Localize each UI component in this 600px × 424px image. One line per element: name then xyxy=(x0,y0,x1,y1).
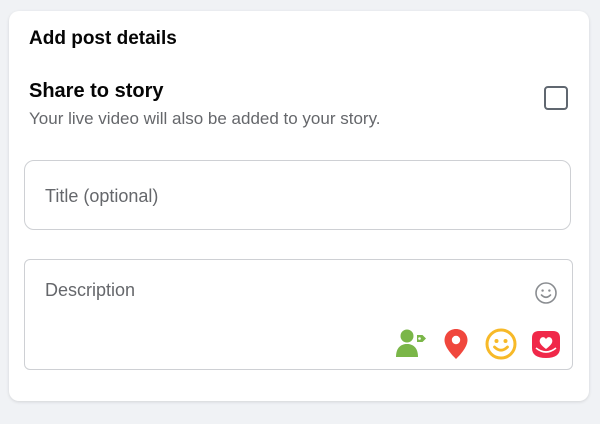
description-field[interactable] xyxy=(24,259,573,370)
feeling-smiley-icon[interactable] xyxy=(485,328,517,360)
share-to-story-description: Your live video will also be added to yo… xyxy=(29,109,381,128)
smiley-outline-icon[interactable] xyxy=(534,281,558,305)
description-input[interactable] xyxy=(45,280,515,320)
share-to-story-checkbox[interactable] xyxy=(544,86,568,110)
location-pin-icon[interactable] xyxy=(443,328,469,360)
post-details-panel: Add post details Share to story Your liv… xyxy=(9,11,589,401)
title-field[interactable] xyxy=(24,160,571,230)
tag-people-icon[interactable] xyxy=(395,328,427,358)
title-input[interactable] xyxy=(45,185,545,207)
sticker-heart-icon[interactable] xyxy=(529,328,563,360)
share-to-story-label: Share to story xyxy=(29,80,164,102)
panel-title: Add post details xyxy=(29,28,177,49)
